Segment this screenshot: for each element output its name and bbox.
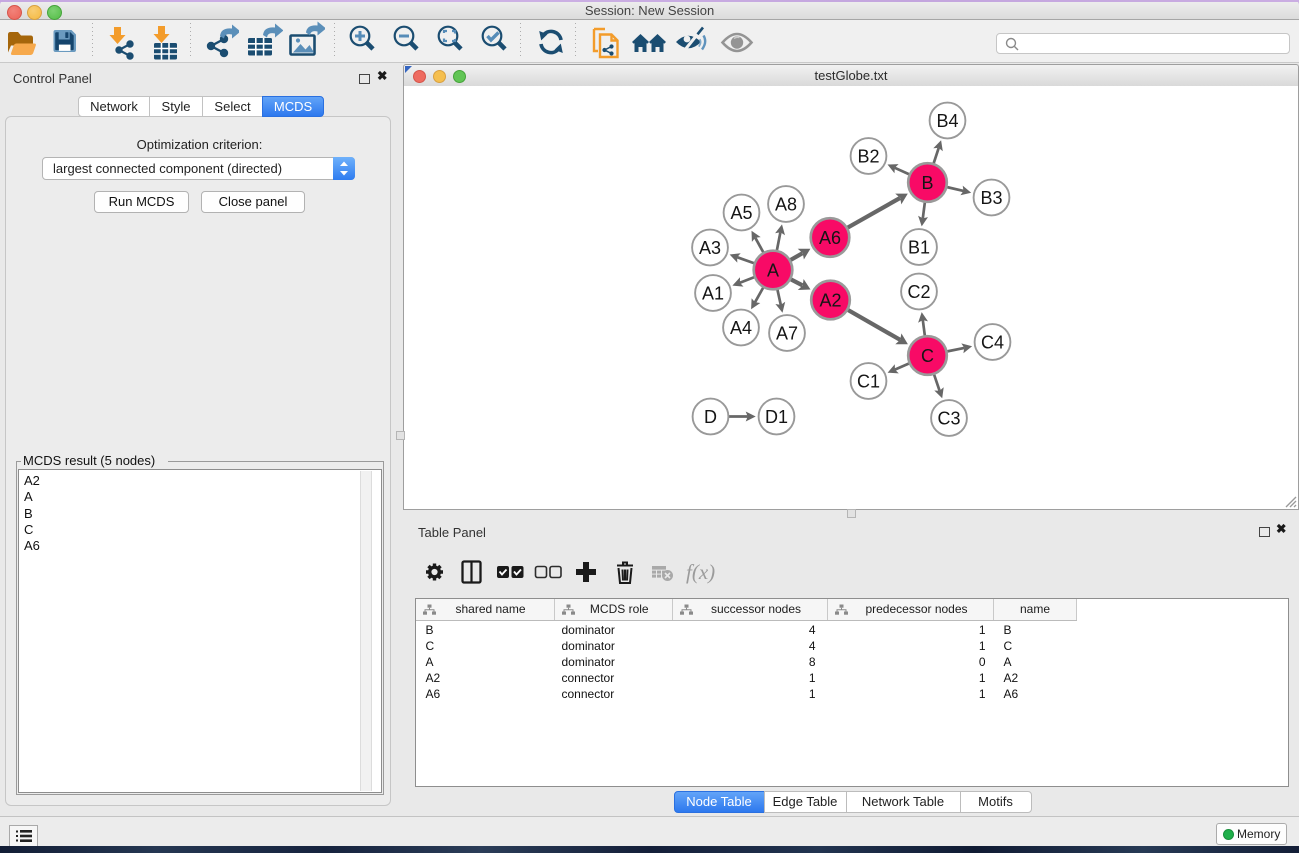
svg-text:C3: C3 (937, 408, 960, 428)
svg-text:A4: A4 (730, 318, 752, 338)
svg-text:B3: B3 (980, 188, 1002, 208)
svg-text:A8: A8 (775, 194, 797, 214)
svg-text:B2: B2 (857, 146, 879, 166)
svg-text:B1: B1 (908, 237, 930, 257)
svg-text:A3: A3 (699, 238, 721, 258)
svg-text:D1: D1 (765, 407, 788, 427)
svg-text:C4: C4 (981, 332, 1004, 352)
svg-text:A7: A7 (776, 323, 798, 343)
svg-text:B: B (921, 173, 933, 193)
svg-text:D: D (704, 407, 717, 427)
svg-text:A5: A5 (730, 203, 752, 223)
svg-text:B4: B4 (936, 111, 958, 131)
svg-text:A: A (767, 260, 779, 280)
svg-text:A6: A6 (819, 228, 841, 248)
svg-text:C1: C1 (857, 371, 880, 391)
svg-text:C2: C2 (907, 282, 930, 302)
svg-text:C: C (921, 346, 934, 366)
svg-text:A2: A2 (819, 290, 841, 310)
svg-text:A1: A1 (702, 283, 724, 303)
